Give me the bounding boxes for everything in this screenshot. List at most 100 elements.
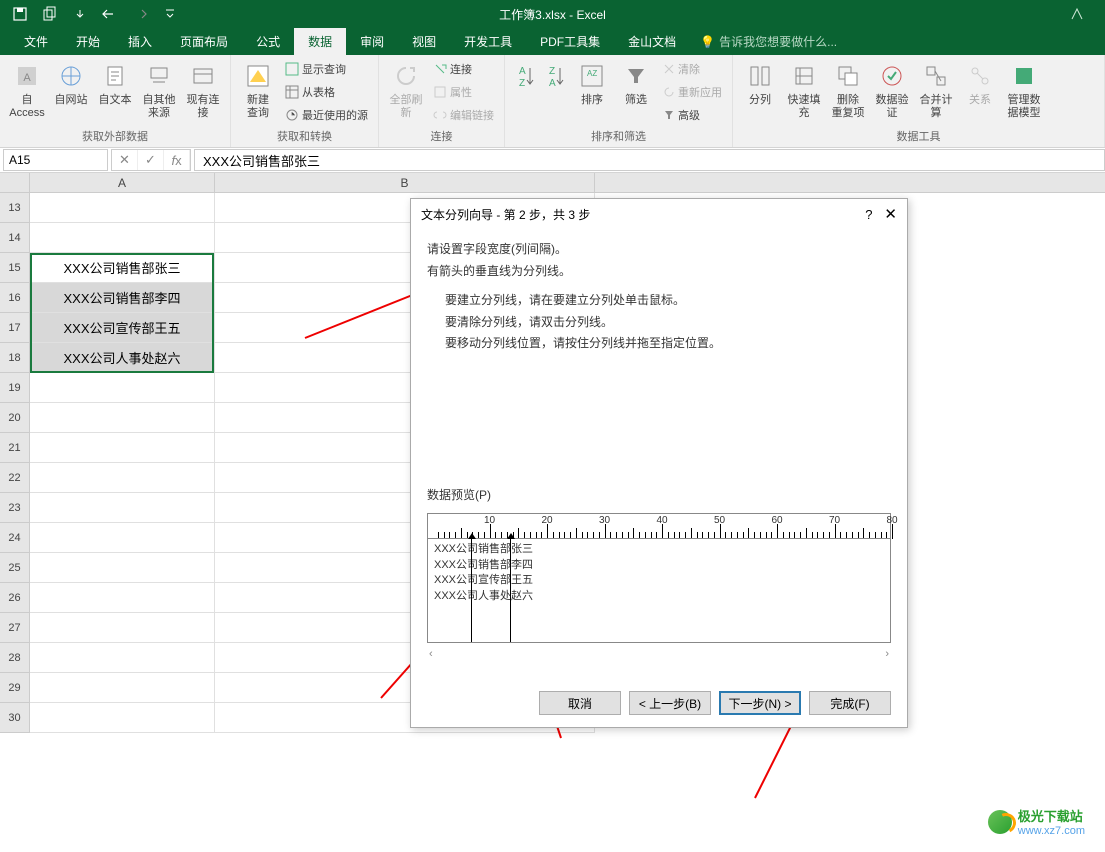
cell[interactable] [30, 583, 215, 613]
cell[interactable]: XXX公司销售部张三 [30, 253, 215, 283]
connections-button[interactable]: 连接 [429, 59, 498, 79]
row-header[interactable]: 23 [0, 493, 30, 523]
relationships-button[interactable]: 关系 [959, 58, 1001, 126]
text-to-columns-button[interactable]: 分列 [739, 58, 781, 126]
cell[interactable] [30, 463, 215, 493]
reapply-button[interactable]: 重新应用 [659, 82, 726, 102]
row-header[interactable]: 25 [0, 553, 30, 583]
edit-links-button[interactable]: 编辑链接 [429, 105, 498, 125]
cell[interactable]: XXX公司销售部李四 [30, 283, 215, 313]
cell[interactable] [30, 373, 215, 403]
ruler[interactable]: 1020304050607080 [427, 513, 891, 538]
redo-icon[interactable] [130, 4, 150, 24]
close-icon[interactable]: ✕ [884, 205, 897, 223]
enter-icon[interactable]: ✓ [138, 150, 164, 170]
row-header[interactable]: 24 [0, 523, 30, 553]
tab-review[interactable]: 审阅 [346, 27, 398, 56]
help-icon[interactable]: ? [865, 207, 872, 222]
from-table-button[interactable]: 从表格 [281, 82, 372, 102]
tab-file[interactable]: 文件 [10, 27, 62, 56]
select-all-corner[interactable] [0, 173, 30, 192]
column-break-line[interactable] [471, 539, 472, 642]
row-header[interactable]: 15 [0, 253, 30, 283]
row-header[interactable]: 22 [0, 463, 30, 493]
filter-button[interactable]: 筛选 [615, 58, 657, 126]
preview-box[interactable]: XXX公司销售部张三XXX公司销售部李四XXX公司宣传部王五XXX公司人事处赵六 [427, 538, 891, 643]
from-web-button[interactable]: 自网站 [50, 58, 92, 126]
row-header[interactable]: 20 [0, 403, 30, 433]
refresh-all-button[interactable]: 全部刷新 [385, 58, 427, 126]
tab-pdf[interactable]: PDF工具集 [526, 27, 614, 56]
properties-button[interactable]: 属性 [429, 82, 498, 102]
data-validation-button[interactable]: 数据验 证 [871, 58, 913, 126]
row-header[interactable]: 13 [0, 193, 30, 223]
show-queries-button[interactable]: 显示查询 [281, 59, 372, 79]
cell[interactable] [30, 223, 215, 253]
fx-icon[interactable]: fx [164, 150, 190, 170]
advanced-filter-button[interactable]: 高级 [659, 105, 726, 125]
from-access-button[interactable]: A自 Access [6, 58, 48, 126]
row-header[interactable]: 30 [0, 703, 30, 733]
tab-layout[interactable]: 页面布局 [166, 27, 242, 56]
row-header[interactable]: 18 [0, 343, 30, 373]
recent-sources-button[interactable]: 最近使用的源 [281, 105, 372, 125]
remove-duplicates-button[interactable]: 删除 重复项 [827, 58, 869, 126]
from-other-button[interactable]: 自其他来源 [138, 58, 180, 126]
save-icon[interactable] [10, 4, 30, 24]
cell[interactable] [30, 493, 215, 523]
row-header[interactable]: 28 [0, 643, 30, 673]
cell[interactable] [30, 193, 215, 223]
title-right-icon[interactable] [1069, 6, 1105, 22]
cell[interactable] [30, 523, 215, 553]
cell[interactable] [30, 433, 215, 463]
cell[interactable] [30, 613, 215, 643]
tab-wps[interactable]: 金山文档 [614, 27, 690, 56]
tab-view[interactable]: 视图 [398, 27, 450, 56]
cancel-icon[interactable]: ✕ [112, 150, 138, 170]
touch-icon[interactable] [70, 4, 90, 24]
tell-me-search[interactable]: 💡 告诉我您想要做什么... [700, 33, 837, 50]
column-header-b[interactable]: B [215, 173, 595, 192]
row-header[interactable]: 14 [0, 223, 30, 253]
formula-input[interactable]: XXX公司销售部张三 [194, 149, 1105, 171]
cancel-button[interactable]: 取消 [539, 691, 621, 715]
new-query-button[interactable]: 新建 查询 [237, 58, 279, 126]
sort-button[interactable]: AZ排序 [571, 58, 613, 126]
row-header[interactable]: 16 [0, 283, 30, 313]
tab-dev[interactable]: 开发工具 [450, 27, 526, 56]
existing-conn-button[interactable]: 现有连接 [182, 58, 224, 126]
next-button[interactable]: 下一步(N) > [719, 691, 801, 715]
cell[interactable] [30, 553, 215, 583]
copy-icon[interactable] [40, 4, 60, 24]
dialog-titlebar[interactable]: 文本分列向导 - 第 2 步，共 3 步 ? ✕ [411, 199, 907, 229]
from-text-button[interactable]: 自文本 [94, 58, 136, 126]
qat-dropdown-icon[interactable] [160, 4, 180, 24]
data-model-button[interactable]: 管理数 据模型 [1003, 58, 1045, 126]
name-box[interactable]: A15 [3, 149, 108, 171]
clear-filter-button[interactable]: 清除 [659, 59, 726, 79]
cell[interactable] [30, 703, 215, 733]
cell[interactable] [30, 403, 215, 433]
tab-data[interactable]: 数据 [294, 27, 346, 56]
row-header[interactable]: 27 [0, 613, 30, 643]
tab-home[interactable]: 开始 [62, 27, 114, 56]
tab-insert[interactable]: 插入 [114, 27, 166, 56]
row-header[interactable]: 17 [0, 313, 30, 343]
column-break-line[interactable] [510, 539, 511, 642]
undo-icon[interactable] [100, 4, 120, 24]
column-header-a[interactable]: A [30, 173, 215, 192]
row-header[interactable]: 26 [0, 583, 30, 613]
tab-formula[interactable]: 公式 [242, 27, 294, 56]
cell[interactable]: XXX公司人事处赵六 [30, 343, 215, 373]
cell[interactable]: XXX公司宣传部王五 [30, 313, 215, 343]
back-button[interactable]: < 上一步(B) [629, 691, 711, 715]
sort-asc-button[interactable]: AZ [511, 58, 539, 126]
sort-desc-button[interactable]: ZA [541, 58, 569, 126]
consolidate-button[interactable]: 合并计算 [915, 58, 957, 126]
row-header[interactable]: 21 [0, 433, 30, 463]
flash-fill-button[interactable]: 快速填充 [783, 58, 825, 126]
cell[interactable] [30, 673, 215, 703]
finish-button[interactable]: 完成(F) [809, 691, 891, 715]
cell[interactable] [30, 643, 215, 673]
row-header[interactable]: 29 [0, 673, 30, 703]
